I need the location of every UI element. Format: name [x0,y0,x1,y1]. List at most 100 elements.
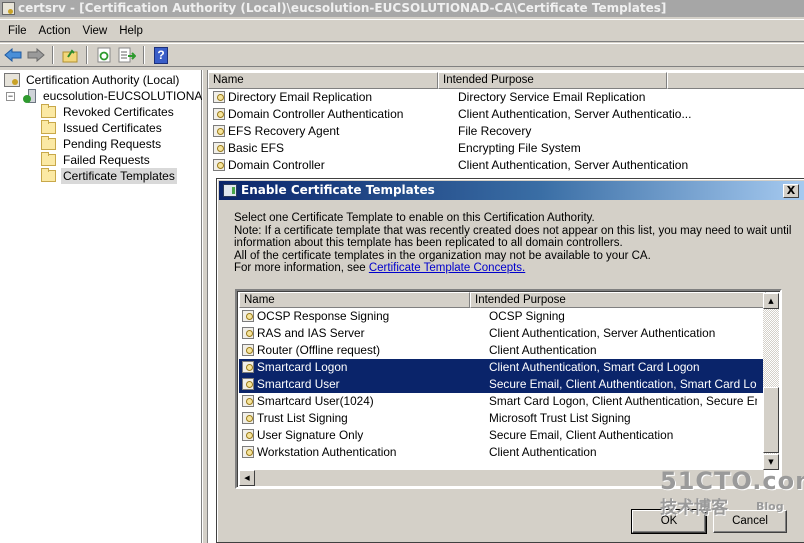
back-arrow-icon [4,48,22,62]
menu-file[interactable]: File [2,25,33,37]
tree-item-issued-certificates[interactable]: Issued Certificates [41,120,164,136]
back-button[interactable] [3,45,23,65]
template-row[interactable]: Trust List Signing Microsoft Trust List … [239,410,764,427]
row-purpose: Directory Service Email Replication [458,90,646,104]
template-row[interactable]: Router (Offline request) Client Authenti… [239,342,764,359]
column-header-name[interactable]: Name [239,292,470,308]
dialog-title-bar[interactable]: Enable Certificate Templates X [219,181,804,200]
refresh-button[interactable] [94,45,114,65]
dialog-instructions: Select one Certificate Template to enabl… [234,212,794,275]
row-purpose: Microsoft Trust List Signing [489,411,631,425]
row-name: OCSP Response Signing [257,309,390,323]
template-row[interactable]: RAS and IAS Server Client Authentication… [239,325,764,342]
row-purpose: Smart Card Logon, Client Authentication,… [489,394,757,408]
tree-item-failed-requests[interactable]: Failed Requests [41,152,152,168]
template-row-selected[interactable]: Smartcard Logon Client Authentication, S… [239,359,764,376]
scroll-down-button[interactable]: ▼ [763,454,779,470]
certificate-template-icon [213,159,225,171]
scroll-up-button[interactable]: ▲ [763,293,779,309]
tree-root-label: Certification Authority (Local) [26,73,180,87]
toolbar-separator [52,46,54,64]
certsrv-app-icon [2,2,15,15]
window-title-bar[interactable]: certsrv - [Certification Authority (Loca… [0,0,804,17]
tree-item-certificate-templates[interactable]: Certificate Templates [41,168,177,184]
collapse-toggle[interactable]: − [6,91,15,101]
toolbar-separator [86,46,88,64]
horizontal-scrollbar[interactable]: ◀ [239,470,764,486]
row-purpose: Secure Email, Client Authentication [489,428,674,442]
export-list-icon [118,47,136,63]
template-row[interactable]: OCSP Response Signing OCSP Signing [239,308,764,325]
row-purpose: Secure Email, Client Authentication, Sma… [489,377,757,391]
tree-ca-node[interactable]: − eucsolution-EUCSOLUTIONAD-CA [6,88,234,104]
template-row-selected[interactable]: Smartcard User Secure Email, Client Auth… [239,376,764,393]
up-one-level-button[interactable] [60,45,80,65]
folder-icon [41,104,56,118]
forward-button[interactable] [26,45,46,65]
menu-view[interactable]: View [77,25,114,37]
row-name: Workstation Authentication [257,445,397,459]
certificate-template-icon [242,344,254,356]
template-row[interactable]: User Signature Only Secure Email, Client… [239,427,764,444]
menu-bar: File Action View Help [0,19,804,42]
more-info-line: For more information, see Certificate Te… [234,262,794,275]
column-header-empty [667,72,804,89]
row-purpose: Client Authentication, Server Authentica… [489,326,716,340]
scroll-left-button[interactable]: ◀ [239,470,255,486]
row-purpose: OCSP Signing [489,309,565,323]
list-row[interactable]: Domain Controller Authentication Client … [210,106,698,123]
folder-icon [41,168,56,182]
dialog-icon [223,184,237,197]
list-header: Name Intended Purpose [208,72,804,89]
row-name: RAS and IAS Server [257,326,365,340]
enable-certificate-templates-dialog: Enable Certificate Templates X Select on… [216,178,804,543]
tree-item-pending-requests[interactable]: Pending Requests [41,136,163,152]
column-header-intended-purpose[interactable]: Intended Purpose [470,292,766,308]
row-purpose: Client Authentication, Smart Card Logon [489,360,700,374]
list-row[interactable]: EFS Recovery Agent File Recovery [210,123,698,140]
row-purpose: Encrypting File System [458,141,581,155]
certificate-template-icon [242,429,254,441]
cancel-button[interactable]: Cancel [713,510,787,533]
tree-root-certification-authority[interactable]: Certification Authority (Local) [4,72,181,88]
template-row[interactable]: Workstation Authentication Client Authen… [239,444,764,461]
toolbar: ? [0,43,804,67]
forward-arrow-icon [27,48,45,62]
row-name: Router (Offline request) [257,343,381,357]
template-row[interactable]: Smartcard User(1024) Smart Card Logon, C… [239,393,764,410]
certificate-template-icon [242,446,254,458]
ok-button[interactable]: OK [631,509,707,534]
row-name: Smartcard Logon [257,360,348,374]
certificate-template-icon [213,125,225,137]
console-tree: Certification Authority (Local) − eucsol… [0,70,232,543]
column-header-intended-purpose[interactable]: Intended Purpose [438,72,667,89]
certificate-template-concepts-link[interactable]: Certificate Template Concepts. [369,262,525,274]
row-name: Domain Controller Authentication [228,107,404,121]
dialog-title: Enable Certificate Templates [241,183,435,197]
ca-server-icon [23,89,37,103]
more-info-prefix: For more information, see [234,262,369,275]
certificate-template-icon [242,412,254,424]
row-purpose: Client Authentication, Server Authentica… [458,158,689,172]
vertical-scrollbar[interactable]: ▲ ▼ [763,293,779,470]
list-row[interactable]: Directory Email Replication Directory Se… [210,89,698,106]
tree-item-revoked-certificates[interactable]: Revoked Certificates [41,104,176,120]
certification-authority-icon [4,73,20,87]
tree-item-label: Certificate Templates [61,168,177,184]
scroll-thumb[interactable] [763,387,779,453]
toolbar-separator [143,46,145,64]
certificate-template-icon [213,91,225,103]
folder-icon [41,120,56,134]
menu-help[interactable]: Help [113,25,149,37]
column-header-name[interactable]: Name [208,72,438,89]
row-purpose: Client Authentication [489,343,597,357]
window-title: certsrv - [Certification Authority (Loca… [18,1,667,15]
list-row[interactable]: Basic EFS Encrypting File System [210,140,698,157]
help-button[interactable]: ? [151,45,171,65]
menu-action[interactable]: Action [33,25,77,37]
help-icon: ? [154,46,168,64]
list-row[interactable]: Domain Controller Client Authentication,… [210,157,698,174]
folder-icon [41,136,56,150]
close-button[interactable]: X [783,184,799,198]
export-list-button[interactable] [117,45,137,65]
